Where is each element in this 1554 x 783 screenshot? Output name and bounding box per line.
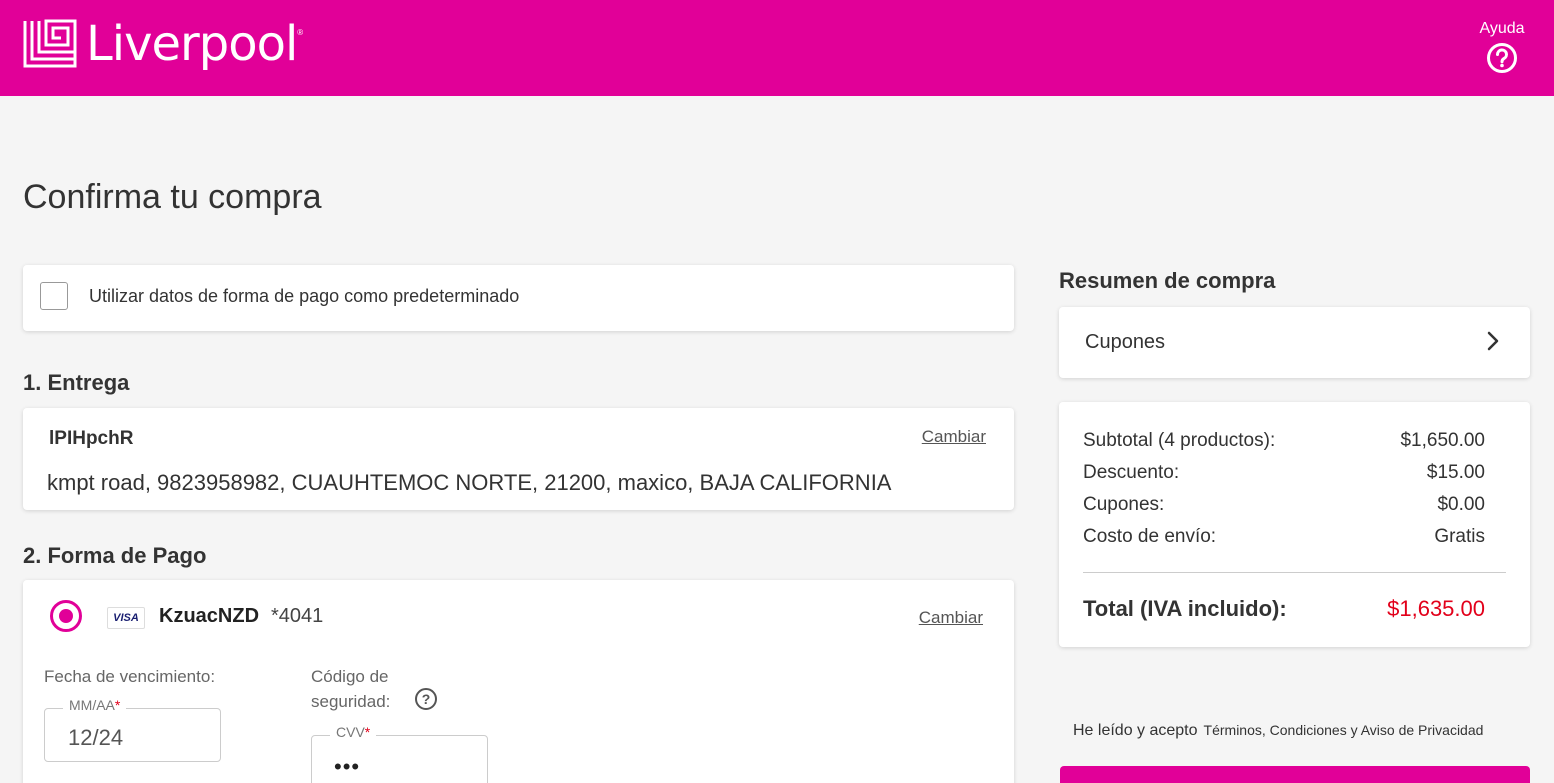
summary-row-value: $1,650.00: [1400, 430, 1485, 451]
help-button[interactable]: Ayuda: [1472, 20, 1532, 74]
terms-prefix: He leído y acepto: [1073, 722, 1198, 739]
help-label: Ayuda: [1479, 20, 1525, 37]
cvv-caption: Código de seguridad:: [311, 667, 391, 711]
terms-link[interactable]: Términos, Condiciones y Aviso de Privaci…: [1204, 722, 1484, 738]
expiry-field-value: 12/24: [68, 725, 124, 750]
registered-mark: ®: [297, 27, 304, 37]
summary-row-label: Descuento:: [1083, 462, 1180, 483]
liverpool-logo[interactable]: Liverpool ®: [22, 18, 303, 70]
default-payment-checkbox[interactable]: [40, 282, 68, 310]
question-circle-icon: [1487, 43, 1517, 73]
radio-selected-dot: [59, 609, 73, 623]
cvv-field-value: •••: [334, 754, 361, 779]
coupons-row[interactable]: Cupones: [1059, 307, 1530, 378]
summary-title: Resumen de compra: [1059, 268, 1276, 293]
coupons-label: Cupones: [1085, 331, 1166, 353]
page-title: Confirma tu compra: [23, 178, 322, 216]
terms-notice: He leído y acepto Términos, Condiciones y…: [1073, 722, 1483, 740]
cvv-field-label: CVV*: [330, 724, 377, 740]
brand-name: Liverpool: [86, 16, 298, 72]
summary-row-value: $15.00: [1426, 462, 1485, 483]
summary-row-value: Gratis: [1434, 526, 1485, 547]
default-payment-label[interactable]: Utilizar datos de forma de pago como pre…: [89, 286, 519, 307]
card-last-digits: *4041: [271, 605, 324, 627]
summary-row-label: Costo de envío:: [1083, 526, 1217, 547]
visa-icon: VISA: [107, 607, 145, 629]
liverpool-logo-icon: [23, 19, 77, 68]
card-holder-name: KzuacNZD: [159, 605, 260, 627]
expiry-date-field[interactable]: MM/AA* 12/24: [44, 697, 221, 762]
delivery-address: kmpt road, 9823958982, CUAUHTEMOC NORTE,…: [47, 470, 892, 495]
expiry-caption: Fecha de vencimiento:: [44, 667, 216, 686]
delivery-recipient: lPIHpchR: [49, 428, 134, 449]
summary-row-label: Cupones:: [1083, 494, 1165, 515]
header: Liverpool ® Ayuda: [0, 0, 1554, 96]
delivery-section-title: 1. Entrega: [23, 370, 130, 395]
cvv-field[interactable]: CVV* •••: [311, 724, 488, 783]
summary-row-value: $0.00: [1437, 494, 1485, 515]
total-value: $1,635.00: [1387, 596, 1485, 621]
summary-divider: [1083, 572, 1506, 573]
confirm-purchase-button[interactable]: [1060, 766, 1530, 783]
payment-method-radio[interactable]: [50, 600, 82, 632]
cvv-help-icon[interactable]: ?: [415, 688, 437, 710]
payment-card: VISA KzuacNZD *4041 Cambiar Fecha de ven…: [23, 580, 1014, 783]
total-label: Total (IVA incluido):: [1083, 596, 1287, 621]
payment-section-title: 2. Forma de Pago: [23, 543, 207, 568]
change-delivery-link[interactable]: Cambiar: [922, 427, 986, 447]
summary-row-label: Subtotal (4 productos):: [1083, 430, 1276, 451]
delivery-card: lPIHpchR Cambiar kmpt road, 9823958982, …: [23, 408, 1014, 510]
chevron-right-icon: [1487, 331, 1499, 351]
expiry-field-label: MM/AA*: [63, 697, 127, 713]
totals-card: Subtotal (4 productos): $1,650.00 Descue…: [1059, 402, 1530, 647]
default-payment-card: Utilizar datos de forma de pago como pre…: [23, 265, 1014, 331]
change-payment-link[interactable]: Cambiar: [919, 608, 983, 628]
